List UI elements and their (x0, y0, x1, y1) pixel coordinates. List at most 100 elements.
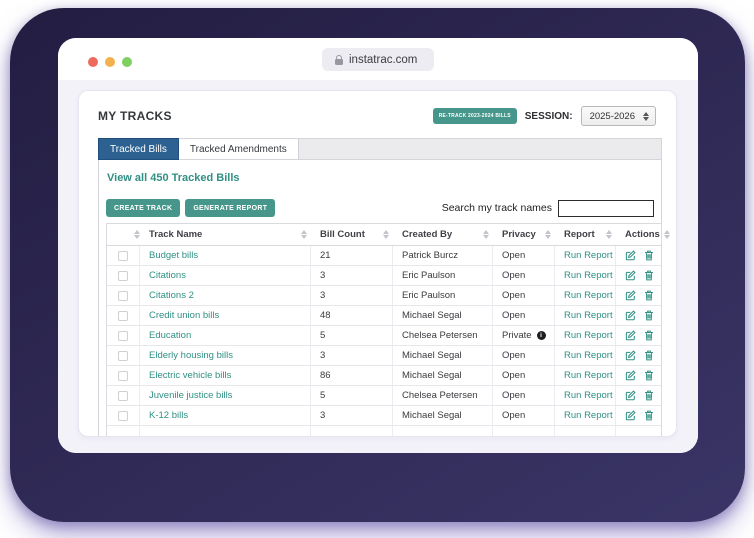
run-report-link[interactable]: Run Report (564, 290, 613, 301)
edit-icon[interactable] (625, 410, 636, 421)
column-header-report[interactable]: Report (555, 224, 616, 245)
track-name-link[interactable]: Education (149, 330, 191, 341)
edit-icon[interactable] (625, 310, 636, 321)
column-header-bill-count[interactable]: Bill Count (311, 224, 393, 245)
bill-count-cell (311, 426, 393, 436)
created-by-cell: Michael Segal (393, 306, 493, 325)
bill-count-cell: 86 (311, 366, 393, 385)
row-checkbox[interactable] (118, 270, 128, 281)
run-report-link[interactable]: Run Report (564, 310, 613, 321)
tab-strip: Tracked Bills Tracked Amendments (98, 138, 662, 160)
edit-icon[interactable] (625, 290, 636, 301)
view-all-tracked-bills-link[interactable]: View all 450 Tracked Bills (107, 172, 240, 184)
retrack-bills-button[interactable]: RE-TRACK 2023-2024 BILLS (432, 108, 517, 124)
create-track-button[interactable]: CREATE TRACK (106, 199, 181, 217)
session-value: 2025-2026 (589, 110, 635, 122)
edit-icon[interactable] (625, 390, 636, 401)
session-select[interactable]: 2025-2026 (580, 106, 656, 126)
delete-icon[interactable] (644, 310, 654, 321)
row-checkbox[interactable] (118, 330, 128, 341)
sort-icon (663, 230, 670, 239)
table-row: Electric vehicle bills 86 Michael Segal … (107, 366, 661, 386)
row-checkbox[interactable] (118, 250, 128, 261)
toolbar: CREATE TRACK GENERATE REPORT Search my t… (106, 199, 654, 217)
bill-count-cell: 21 (311, 246, 393, 265)
sort-icon (301, 230, 307, 239)
privacy-cell: Openi (493, 346, 555, 365)
search-label: Search my track names (441, 202, 552, 214)
table-row: Budget bills 21 Patrick Burcz Openi Run … (107, 246, 661, 266)
track-name-link[interactable]: K-12 bills (149, 410, 188, 421)
created-by-cell: Eric Paulson (393, 266, 493, 285)
session-label: SESSION: (524, 110, 573, 122)
mockup-frame: instatrac.com MY TRACKS RE-TRACK 2023-20… (10, 8, 745, 522)
privacy-cell: Openi (493, 266, 555, 285)
row-checkbox[interactable] (118, 390, 128, 401)
privacy-cell: Openi (493, 246, 555, 265)
row-checkbox[interactable] (118, 310, 128, 321)
tab-tracked-bills[interactable]: Tracked Bills (98, 138, 179, 160)
delete-icon[interactable] (644, 290, 654, 301)
privacy-cell: Openi (493, 366, 555, 385)
maximize-window-icon[interactable] (122, 57, 132, 67)
created-by-cell: Chelsea Petersen (393, 326, 493, 345)
track-name-link[interactable]: Juvenile justice bills (149, 390, 232, 401)
track-name-link[interactable]: Budget bills (149, 250, 198, 261)
bill-count-cell: 3 (311, 346, 393, 365)
generate-report-button[interactable]: GENERATE REPORT (185, 199, 276, 217)
delete-icon[interactable] (644, 350, 654, 361)
sort-icon (606, 230, 612, 239)
column-header-select[interactable] (107, 224, 140, 245)
delete-icon[interactable] (644, 330, 654, 341)
edit-icon[interactable] (625, 330, 636, 341)
sort-icon (545, 230, 551, 239)
run-report-link[interactable]: Run Report (564, 250, 613, 261)
address-bar[interactable]: instatrac.com (322, 48, 434, 71)
run-report-link[interactable]: Run Report (564, 370, 613, 381)
tabs-section: Tracked Bills Tracked Amendments View all… (98, 138, 670, 436)
bill-count-cell: 5 (311, 326, 393, 345)
delete-icon[interactable] (644, 250, 654, 261)
delete-icon[interactable] (644, 370, 654, 381)
info-icon[interactable]: i (536, 331, 546, 340)
delete-icon[interactable] (644, 410, 654, 421)
row-checkbox[interactable] (118, 350, 128, 361)
privacy-cell: Openi (493, 286, 555, 305)
tab-panel: View all 450 Tracked Bills CREATE TRACK … (98, 160, 670, 436)
track-name-link[interactable]: Credit union bills (149, 310, 219, 321)
search-input[interactable] (558, 199, 654, 217)
column-header-privacy[interactable]: Privacy (493, 224, 555, 245)
track-name-link[interactable]: Electric vehicle bills (149, 370, 231, 381)
created-by-cell: Michael Segal (393, 346, 493, 365)
run-report-link[interactable]: Run Report (564, 410, 613, 421)
edit-icon[interactable] (625, 270, 636, 281)
page-title: MY TRACKS (98, 109, 172, 123)
edit-icon[interactable] (625, 350, 636, 361)
bill-count-cell: 3 (311, 266, 393, 285)
track-name-link[interactable]: Citations 2 (149, 290, 194, 301)
row-checkbox[interactable] (118, 290, 128, 301)
delete-icon[interactable] (644, 270, 654, 281)
row-checkbox[interactable] (118, 410, 128, 421)
delete-icon[interactable] (644, 390, 654, 401)
select-stepper-icon (643, 111, 649, 121)
run-report-link[interactable]: Run Report (564, 390, 613, 401)
tab-tracked-amendments[interactable]: Tracked Amendments (178, 139, 299, 159)
run-report-link[interactable]: Run Report (564, 330, 613, 341)
table-row: Juvenile justice bills 5 Chelsea Peterse… (107, 386, 661, 406)
my-tracks-card: MY TRACKS RE-TRACK 2023-2024 BILLS SESSI… (78, 90, 677, 437)
column-header-actions[interactable]: Actions (616, 224, 670, 245)
run-report-link[interactable]: Run Report (564, 350, 613, 361)
privacy-cell: Openi (493, 306, 555, 325)
minimize-window-icon[interactable] (105, 57, 115, 67)
track-name-link[interactable]: Citations (149, 270, 186, 281)
column-header-created-by[interactable]: Created By (393, 224, 493, 245)
edit-icon[interactable] (625, 370, 636, 381)
column-header-track-name[interactable]: Track Name (140, 224, 311, 245)
run-report-link[interactable]: Run Report (564, 270, 613, 281)
table-row: Citations 2 3 Eric Paulson Openi Run Rep… (107, 286, 661, 306)
edit-icon[interactable] (625, 250, 636, 261)
track-name-link[interactable]: Elderly housing bills (149, 350, 233, 361)
row-checkbox[interactable] (118, 370, 128, 381)
close-window-icon[interactable] (88, 57, 98, 67)
